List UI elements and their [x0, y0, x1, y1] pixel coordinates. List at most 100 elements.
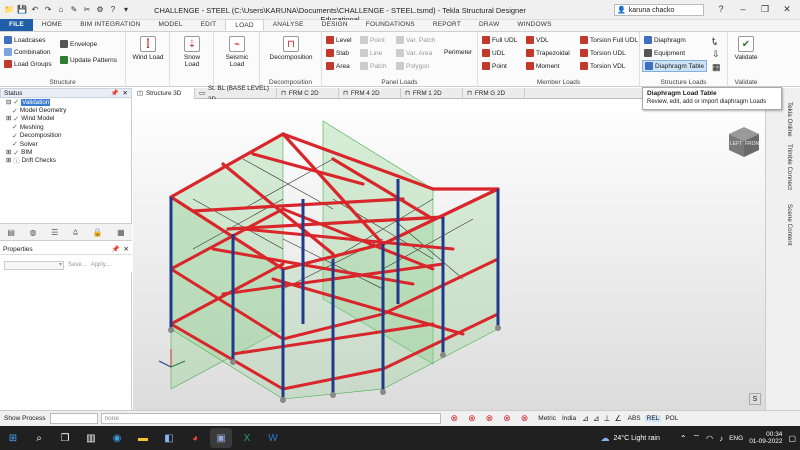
load-table-icon[interactable]: ▦ [712, 62, 721, 73]
view-cube[interactable]: LEFT FRONT [727, 125, 762, 159]
redo-icon[interactable]: ↷ [43, 5, 53, 15]
tab-home[interactable]: HOME [33, 19, 71, 31]
tree-item-wind-model[interactable]: ⊞ ✓ Wind Model [0, 115, 131, 123]
tab-frm-4-2d[interactable]: ⊓ FRM 4 2D [339, 88, 401, 99]
load-tab-icon[interactable]: ⩠ [73, 227, 78, 237]
help-button[interactable]: ? [710, 2, 732, 16]
expand-icon[interactable]: ⊟ [6, 99, 11, 106]
tree-item-decomposition[interactable]: ✓ Decomposition [0, 132, 131, 140]
tree-item-meshing[interactable]: ✓ Meshing [0, 123, 131, 132]
expand-icon[interactable]: ⊞ [6, 115, 11, 122]
globe-tab-icon[interactable]: ◍ [30, 228, 37, 237]
tab-structure-3d[interactable]: ◫ Structure 3D [133, 88, 195, 99]
pin-icon[interactable]: 📌 [111, 89, 119, 98]
view-cube-front[interactable]: FRONT [745, 141, 762, 147]
error-icon-4[interactable]: ⊗ [503, 413, 511, 424]
minimize-button[interactable]: – [732, 2, 754, 16]
tree-item-drift-checks[interactable]: ⊞ ⓘ Drift Checks [0, 157, 131, 165]
tree-item-bim[interactable]: ⊞ ✓ BIM [0, 148, 131, 157]
weather-text[interactable]: 24°C Light rain [613, 435, 659, 442]
patch-button[interactable]: Patch [360, 62, 387, 70]
vdl-button[interactable]: VDL [526, 36, 549, 44]
line-button[interactable]: Line [360, 49, 382, 57]
task-view-icon[interactable]: ❐ [54, 428, 76, 448]
slab-button[interactable]: Slab [326, 49, 349, 57]
save-icon[interactable]: 💾 [17, 5, 27, 15]
trimble-connect-tab[interactable]: Trimble Connect [786, 144, 793, 190]
var-area-button[interactable]: Var. Area [396, 49, 432, 57]
tab-report[interactable]: REPORT [424, 19, 470, 31]
clock[interactable]: 00:34 01-09-2022 [749, 431, 782, 445]
ortho-icon[interactable]: ⊥ [604, 414, 611, 423]
polygon-button[interactable]: Polygon [396, 62, 430, 70]
folder-icon[interactable]: 📁 [4, 5, 14, 15]
update-patterns-button[interactable]: Update Patterns [60, 56, 117, 64]
combination-button[interactable]: Combination [4, 48, 51, 56]
tab-frm-1-2d[interactable]: ⊓ FRM 1 2D [401, 88, 463, 99]
chrome-icon[interactable]: ◕ [184, 428, 206, 448]
tab-file[interactable]: FILE [0, 19, 33, 31]
tab-frm-g-2d[interactable]: ⊓ FRM G 2D [463, 88, 525, 99]
equipment-button[interactable]: Equipment [644, 49, 685, 57]
tab-load[interactable]: LOAD [225, 19, 264, 31]
close-icon[interactable]: ✕ [123, 89, 128, 98]
load-arrow-down-icon[interactable]: ⇩ [712, 49, 720, 60]
point-button[interactable]: Point [360, 36, 385, 44]
decomposition-button[interactable]: ⊓ Decomposition [266, 36, 316, 61]
metric-label[interactable]: Metric [538, 415, 556, 422]
notification-icon[interactable]: ▢ [788, 434, 796, 443]
full-udl-button[interactable]: Full UDL [482, 36, 517, 44]
tab-analyse[interactable]: ANALYSE [264, 19, 313, 31]
properties-dropdown[interactable]: ▾ [4, 260, 64, 270]
undo-icon[interactable]: ↶ [30, 5, 40, 15]
edge-icon[interactable]: ◉ [106, 428, 128, 448]
process-field[interactable] [49, 413, 98, 424]
envelope-button[interactable]: Envelope [60, 40, 97, 48]
load-arrow-icon[interactable]: Ꮏ [712, 36, 717, 47]
close-icon[interactable]: ✕ [124, 245, 129, 254]
volume-icon[interactable]: ♪ [719, 434, 723, 443]
layers-tab-icon[interactable]: ☰ [51, 228, 58, 237]
word-icon[interactable]: W [262, 428, 284, 448]
tekla-online-tab[interactable]: Tekla Online [786, 102, 793, 137]
tab-design[interactable]: DESIGN [313, 19, 357, 31]
perimeter-button[interactable]: Perimeter [444, 49, 472, 56]
save-properties-button[interactable]: Save... [68, 262, 87, 268]
tab-foundations[interactable]: FOUNDATIONS [357, 19, 424, 31]
search-icon[interactable]: ⌕ [28, 428, 50, 448]
validate-button[interactable]: ✔ Validate [730, 36, 762, 61]
moment-button[interactable]: Moment [526, 62, 559, 70]
expand-icon[interactable]: ⊞ [6, 157, 11, 164]
windows-start-icon[interactable]: ⊞ [2, 428, 24, 448]
tree-item-solver[interactable]: ✓ Solver [0, 140, 131, 149]
error-icon-3[interactable]: ⊗ [486, 413, 494, 424]
widgets-icon[interactable]: ▥ [80, 428, 102, 448]
torsion-udl-button[interactable]: Torsion UDL [580, 49, 626, 57]
rel-toggle[interactable]: REL [644, 415, 662, 422]
report-tab-icon[interactable]: ▦ [117, 228, 125, 237]
area-button[interactable]: Area [326, 62, 350, 70]
tray-chevron-icon[interactable]: ⌃ [680, 434, 687, 443]
structure-3d-view[interactable]: LEFT FRONT S [133, 99, 765, 410]
pin-icon[interactable]: 📌 [112, 245, 120, 254]
wifi-icon[interactable]: ◠ [706, 434, 713, 443]
angle-icon[interactable]: ∠ [614, 414, 621, 423]
user-account[interactable]: 👤 karuna chacko [614, 4, 704, 16]
tab-windows[interactable]: WINDOWS [508, 19, 560, 31]
scene-button[interactable]: S [749, 393, 761, 405]
tab-draw[interactable]: DRAW [470, 19, 508, 31]
grid-snap-icon[interactable]: ⊿ [593, 414, 600, 423]
level-button[interactable]: Level [326, 36, 352, 44]
error-icon-2[interactable]: ⊗ [468, 413, 476, 424]
var-patch-button[interactable]: Var. Patch [396, 36, 436, 44]
trapezoidal-button[interactable]: Trapezoidal [526, 49, 570, 57]
file-explorer-icon[interactable]: ▬ [132, 428, 154, 448]
wind-load-button[interactable]: ⫿ Wind Load [132, 36, 164, 61]
expand-icon[interactable]: ⊞ [6, 149, 11, 156]
marker-icon[interactable]: ✎ [69, 5, 79, 15]
udl-button[interactable]: UDL [482, 49, 505, 57]
gear-icon[interactable]: ⚙ [95, 5, 105, 15]
view-cube-left[interactable]: LEFT [730, 141, 742, 147]
store-icon[interactable]: ◧ [158, 428, 180, 448]
tree-item-validation[interactable]: ⊟ ✓ Validation [0, 98, 131, 106]
